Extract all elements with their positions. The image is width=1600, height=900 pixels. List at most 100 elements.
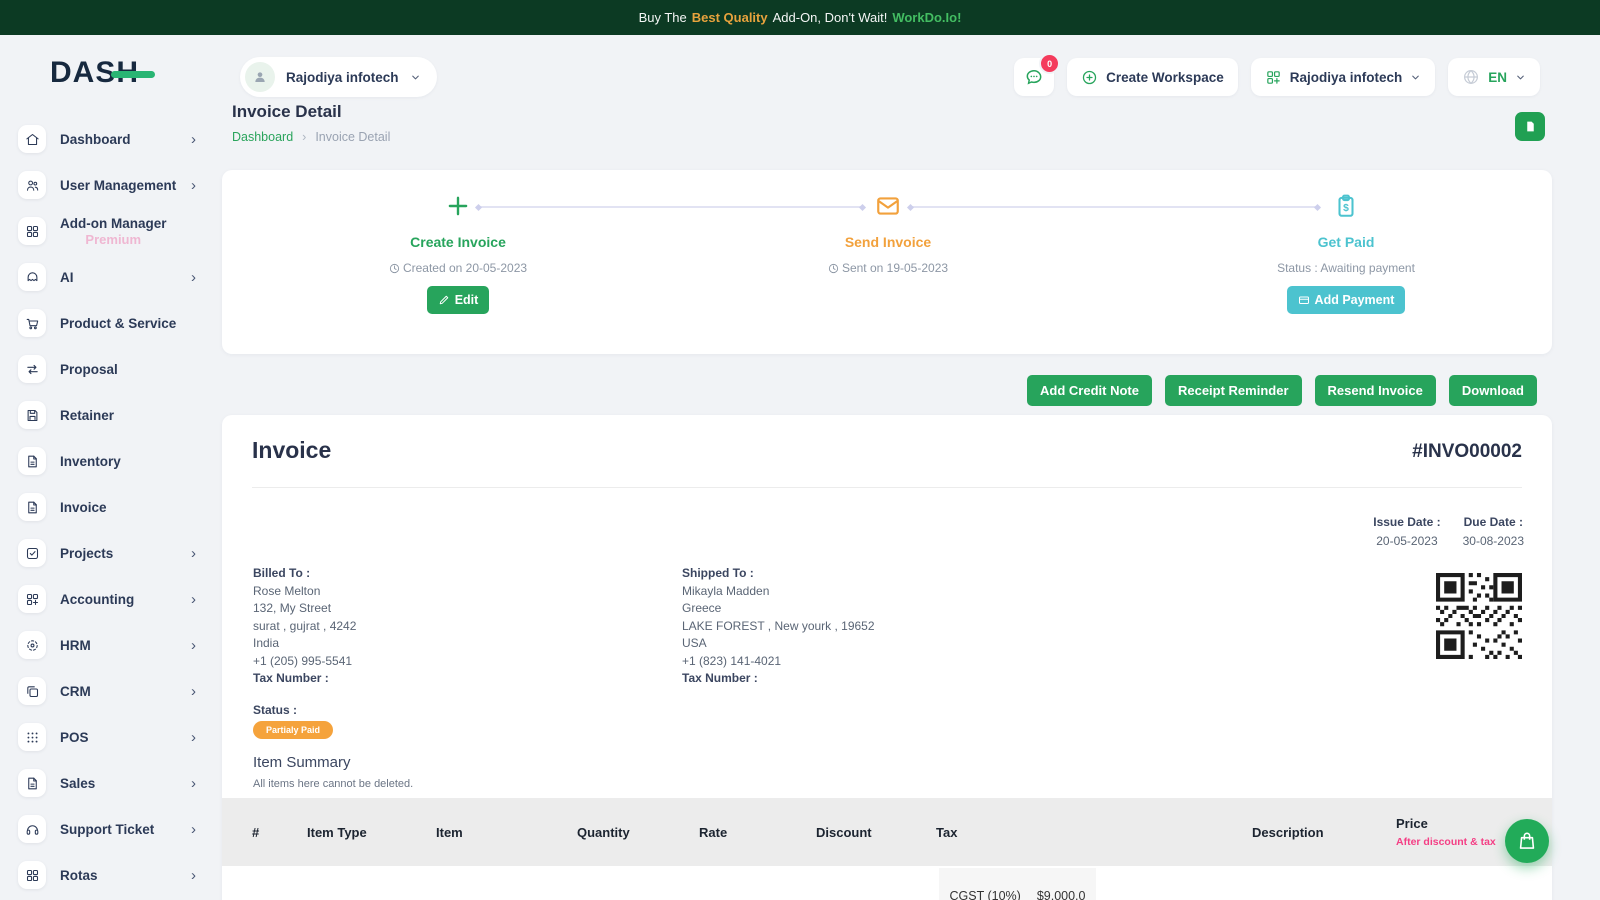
download-button[interactable]: Download: [1449, 375, 1537, 406]
ai-icon: [18, 263, 46, 291]
plus-icon: [338, 190, 578, 222]
sidebar-item-label: POS: [60, 730, 89, 745]
sidebar-item-addon-manager[interactable]: Add-on Manager Premium: [0, 208, 212, 254]
export-document-button[interactable]: [1515, 112, 1545, 141]
banner-text: Buy The: [639, 10, 687, 25]
payment-icon: [1298, 294, 1310, 306]
headset-icon: [18, 815, 46, 843]
sidebar-item-invoice[interactable]: Invoice: [0, 484, 212, 530]
grid-icon: [18, 861, 46, 889]
breadcrumb: Dashboard › Invoice Detail: [232, 130, 390, 144]
sidebar-item-product-service[interactable]: Product & Service: [0, 300, 212, 346]
messages-button[interactable]: 0: [1014, 58, 1054, 96]
workspace-selector[interactable]: Rajodiya infotech: [1251, 58, 1436, 96]
row-rate: $90,000.0: [699, 868, 816, 900]
invoice-progress-card: Create Invoice Created on 20-05-2023 Edi…: [222, 170, 1552, 354]
row-number: 1: [252, 868, 307, 900]
tax-box: CGST (10%) $9,000.0: [939, 868, 1096, 900]
breadcrumb-dashboard-link[interactable]: Dashboard: [232, 130, 293, 144]
sidebar-item-label: Product & Service: [60, 316, 176, 331]
sidebar-item-label: Support Ticket: [60, 822, 154, 837]
sidebar-item-retainer[interactable]: Retainer: [0, 392, 212, 438]
sidebar-item-pos[interactable]: POS ›: [0, 714, 212, 760]
col-number: #: [252, 825, 307, 840]
sidebar-item-label: User Management: [60, 178, 176, 193]
col-discount: Discount: [816, 825, 936, 840]
workspace-name: Rajodiya infotech: [286, 70, 399, 85]
sidebar-item-user-management[interactable]: User Management ›: [0, 162, 212, 208]
item-summary-subtitle: All items here cannot be deleted.: [253, 778, 413, 790]
avatar: [245, 62, 275, 92]
step-subtitle: Status : Awaiting payment: [1226, 261, 1466, 275]
col-rate: Rate: [699, 825, 816, 840]
col-quantity: Quantity: [577, 825, 699, 840]
shipped-to-block: Shipped To : Mikayla Madden Greece LAKE …: [682, 565, 875, 688]
add-payment-button[interactable]: Add Payment: [1287, 286, 1406, 314]
app-logo[interactable]: DASH: [50, 56, 155, 90]
sidebar-item-hrm[interactable]: HRM ›: [0, 622, 212, 668]
banner-highlight: Best Quality: [692, 10, 768, 25]
row-item: Refrigerator: [436, 868, 577, 900]
sidebar-item-dashboard[interactable]: Dashboard ›: [0, 116, 212, 162]
language-code: EN: [1488, 70, 1507, 85]
banner-brand-link[interactable]: WorkDo.Io!: [892, 10, 961, 25]
add-credit-note-button[interactable]: Add Credit Note: [1027, 375, 1152, 406]
language-selector[interactable]: EN: [1448, 58, 1540, 96]
swap-icon: [18, 355, 46, 383]
shipped-phone: +1 (823) 141-4021: [682, 653, 875, 671]
billed-tax-number-label: Tax Number :: [253, 670, 356, 688]
breadcrumb-separator: ›: [302, 130, 306, 144]
dots-grid-icon: [18, 723, 46, 751]
clock-icon: [389, 263, 400, 274]
header-controls: 0 Create Workspace Rajodiya infotech EN: [1014, 58, 1540, 96]
cart-fab-button[interactable]: [1505, 819, 1549, 863]
sidebar-item-label: Invoice: [60, 500, 107, 515]
sidebar-item-label: Rotas: [60, 868, 98, 883]
status-label: Status :: [253, 703, 297, 717]
chevron-right-icon: ›: [191, 638, 196, 653]
money-clipboard-icon: [1226, 190, 1466, 222]
sidebar-item-crm[interactable]: CRM ›: [0, 668, 212, 714]
chevron-down-icon: [410, 72, 421, 83]
sidebar-item-rotas[interactable]: Rotas ›: [0, 852, 212, 898]
grid-icon: [18, 217, 46, 245]
due-date: Due Date : 30-08-2023: [1463, 515, 1524, 548]
step-title: Get Paid: [1226, 234, 1466, 250]
qr-code: [1436, 573, 1522, 659]
edit-invoice-button[interactable]: Edit: [427, 286, 490, 314]
globe-icon: [1462, 68, 1480, 86]
create-workspace-button[interactable]: Create Workspace: [1067, 58, 1238, 96]
sidebar-item-inventory[interactable]: Inventory: [0, 438, 212, 484]
sidebar-item-label: HRM: [60, 638, 91, 653]
sidebar-item-sales[interactable]: Sales ›: [0, 760, 212, 806]
file-icon: [18, 493, 46, 521]
tax-value: $9,000.0: [1037, 889, 1086, 900]
chevron-right-icon: ›: [191, 776, 196, 791]
home-icon: [18, 125, 46, 153]
sidebar-item-label: Add-on Manager: [60, 216, 167, 231]
sidebar-item-label: Sales: [60, 776, 95, 791]
sidebar-item-accounting[interactable]: Accounting ›: [0, 576, 212, 622]
workspace-pill[interactable]: Rajodiya infotech: [240, 57, 437, 97]
sidebar-item-projects[interactable]: Projects ›: [0, 530, 212, 576]
sidebar-item-label: Retainer: [60, 408, 114, 423]
sidebar: Dashboard › User Management › Add-on Man…: [0, 116, 212, 898]
resend-invoice-button[interactable]: Resend Invoice: [1315, 375, 1436, 406]
sidebar-item-support-ticket[interactable]: Support Ticket ›: [0, 806, 212, 852]
document-icon: [1524, 120, 1537, 133]
step-title: Send Invoice: [768, 234, 1008, 250]
page-header: Invoice Detail Dashboard › Invoice Detai…: [232, 102, 390, 144]
invoice-title: Invoice: [252, 437, 331, 464]
sidebar-item-ai[interactable]: AI ›: [0, 254, 212, 300]
logo-dash-accent: [111, 71, 155, 78]
billed-name: Rose Melton: [253, 583, 356, 601]
invoice-number: #INVO00002: [1412, 441, 1522, 463]
envelope-icon: [768, 190, 1008, 222]
sidebar-item-proposal[interactable]: Proposal: [0, 346, 212, 392]
bag-icon: [1517, 831, 1537, 851]
chevron-right-icon: ›: [191, 178, 196, 193]
col-item: Item: [436, 825, 577, 840]
receipt-reminder-button[interactable]: Receipt Reminder: [1165, 375, 1302, 406]
chevron-right-icon: ›: [191, 684, 196, 699]
items-table-header: # Item Type Item Quantity Rate Discount …: [222, 798, 1552, 866]
